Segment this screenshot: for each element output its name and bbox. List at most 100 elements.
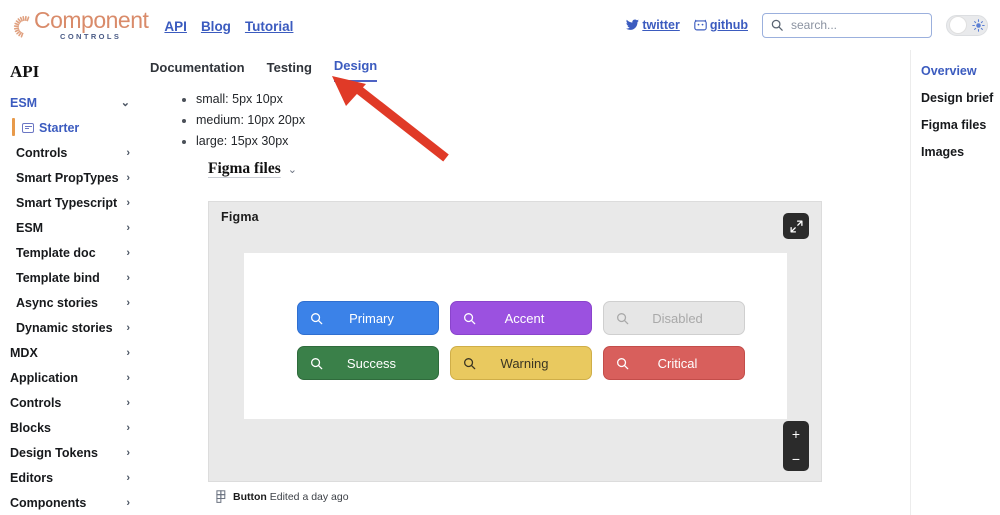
sidebar-item-dynamic-stories[interactable]: Dynamic stories › [0, 315, 140, 340]
figma-frame: Primary Accent Disabled Success Warning … [244, 253, 787, 419]
sidebar-item-template-bind[interactable]: Template bind › [0, 265, 140, 290]
toc-item-images[interactable]: Images [921, 145, 1000, 159]
sidebar-item-label: Dynamic stories [16, 320, 113, 335]
chevron-right-icon: › [126, 496, 130, 509]
sidebar-item-label: Template bind [16, 270, 100, 285]
search-box[interactable] [762, 12, 932, 38]
sidebar-item-label: Design Tokens [10, 445, 98, 460]
tab-documentation[interactable]: Documentation [150, 60, 245, 82]
nav-link-blog[interactable]: Blog [201, 19, 231, 34]
sidebar-item-label: MDX [10, 345, 38, 360]
twitter-link[interactable]: twitter [626, 18, 680, 32]
github-label: github [709, 18, 748, 32]
sidebar-item-blocks[interactable]: Blocks › [0, 415, 140, 440]
sidebar-item-label: Controls [16, 145, 68, 160]
sidebar-item-mdx[interactable]: MDX › [0, 340, 140, 365]
sidebar-item-starter[interactable]: Starter [0, 115, 140, 140]
figma-button-warning[interactable]: Warning [450, 346, 592, 380]
sidebar-item-label: ESM [10, 95, 38, 110]
sidebar-item-label: Starter [39, 120, 80, 135]
button-showcase-grid: Primary Accent Disabled Success Warning … [297, 301, 745, 380]
chevron-down-icon: ⌄ [120, 97, 130, 109]
sidebar-item-async-stories[interactable]: Async stories › [0, 290, 140, 315]
tab-design[interactable]: Design [333, 58, 378, 82]
toc-item-figma-files[interactable]: Figma files [921, 118, 1000, 132]
sidebar-item-label: Editors [10, 470, 54, 485]
file-name-text: Button [233, 490, 267, 503]
app-root: Component CONTROLS API Blog Tutorial twi… [0, 0, 1000, 515]
sidebar-item-template-doc[interactable]: Template doc › [0, 240, 140, 265]
zoom-controls: + − [783, 421, 809, 471]
chevron-right-icon: › [126, 171, 130, 184]
sidebar-title: API [10, 62, 40, 81]
list-item: medium: 10px 20px [182, 113, 910, 127]
logo-wordmark: Component [34, 7, 149, 34]
button-label: Primary [349, 310, 394, 326]
search-icon [771, 19, 783, 31]
header-nav: API Blog Tutorial [164, 19, 293, 34]
chevron-right-icon: › [126, 246, 130, 259]
spacing-bullet-list: small: 5px 10px medium: 10px 20px large:… [182, 92, 910, 148]
button-label: Critical [657, 355, 698, 371]
chevron-right-icon: › [126, 296, 130, 309]
sidebar-item-label: Smart PropTypes [16, 170, 119, 185]
sidebar-item-design-tokens[interactable]: Design Tokens › [0, 440, 140, 465]
sidebar-item-label: Template doc [16, 245, 96, 260]
github-link[interactable]: github [694, 18, 748, 32]
chevron-down-icon: ⌄ [287, 163, 297, 176]
sidebar-item-smart-typescript[interactable]: Smart Typescript › [0, 190, 140, 215]
chevron-right-icon: › [126, 221, 130, 234]
chevron-right-icon: › [126, 421, 130, 434]
zoom-out-button[interactable]: − [792, 446, 800, 471]
figma-button-critical[interactable]: Critical [603, 346, 745, 380]
sidebar-item-label: Components [10, 495, 87, 510]
figma-logo-icon [216, 490, 226, 503]
toc-item-design-brief[interactable]: Design brief [921, 91, 1000, 105]
button-label: Success [346, 355, 397, 371]
app-header: Component CONTROLS API Blog Tutorial twi… [0, 0, 1000, 51]
chevron-right-icon: › [126, 446, 130, 459]
sidebar: API ESM ⌄ Starter Controls › Smart PropT… [0, 50, 141, 515]
sidebar-item-editors[interactable]: Editors › [0, 465, 140, 490]
zoom-in-button[interactable]: + [792, 421, 800, 446]
brand-logo[interactable]: Component CONTROLS [12, 7, 149, 42]
button-label: Accent [504, 310, 545, 326]
sidebar-item-smart-proptypes[interactable]: Smart PropTypes › [0, 165, 140, 190]
header-actions: twitter github [626, 12, 988, 38]
sidebar-item-controls-1[interactable]: Controls › [0, 140, 140, 165]
sidebar-group-esm[interactable]: ESM ⌄ [0, 90, 140, 115]
button-label: Warning [500, 355, 549, 371]
theme-toggle[interactable] [946, 14, 988, 36]
sidebar-item-label: Application [10, 370, 79, 385]
sidebar-item-controls-2[interactable]: Controls › [0, 390, 140, 415]
button-label: Disabled [652, 310, 703, 326]
expand-button[interactable] [783, 213, 809, 239]
figma-file-name: Button Edited a day ago [233, 491, 349, 503]
sidebar-item-components[interactable]: Components › [0, 490, 140, 515]
toggle-knob [949, 16, 967, 34]
sidebar-item-label: Controls [10, 395, 62, 410]
sidebar-item-label: Blocks [10, 420, 51, 435]
list-item: large: 15px 30px [182, 134, 910, 148]
active-indicator [12, 118, 15, 136]
chevron-right-icon: › [126, 271, 130, 284]
logo-subtitle: CONTROLS [60, 32, 122, 42]
figma-canvas-label: Figma [221, 210, 259, 224]
table-of-contents: Overview Design brief Figma files Images [910, 50, 1000, 515]
component-controls-logo-icon [12, 14, 38, 40]
section-title: Figma files [208, 160, 281, 177]
toc-item-overview[interactable]: Overview [921, 64, 1000, 78]
sidebar-item-esm[interactable]: ESM › [0, 215, 140, 240]
figma-files-heading[interactable]: Figma files ⌄ [208, 160, 910, 178]
tab-testing[interactable]: Testing [267, 60, 312, 82]
figma-button-accent[interactable]: Accent [450, 301, 592, 335]
search-input[interactable] [789, 17, 923, 33]
list-item: small: 5px 10px [182, 92, 910, 106]
nav-link-tutorial[interactable]: Tutorial [245, 19, 294, 34]
figma-button-primary[interactable]: Primary [297, 301, 439, 335]
nav-link-api[interactable]: API [164, 19, 187, 34]
chevron-right-icon: › [126, 146, 130, 159]
chevron-right-icon: › [126, 346, 130, 359]
sidebar-item-application[interactable]: Application › [0, 365, 140, 390]
figma-button-success[interactable]: Success [297, 346, 439, 380]
